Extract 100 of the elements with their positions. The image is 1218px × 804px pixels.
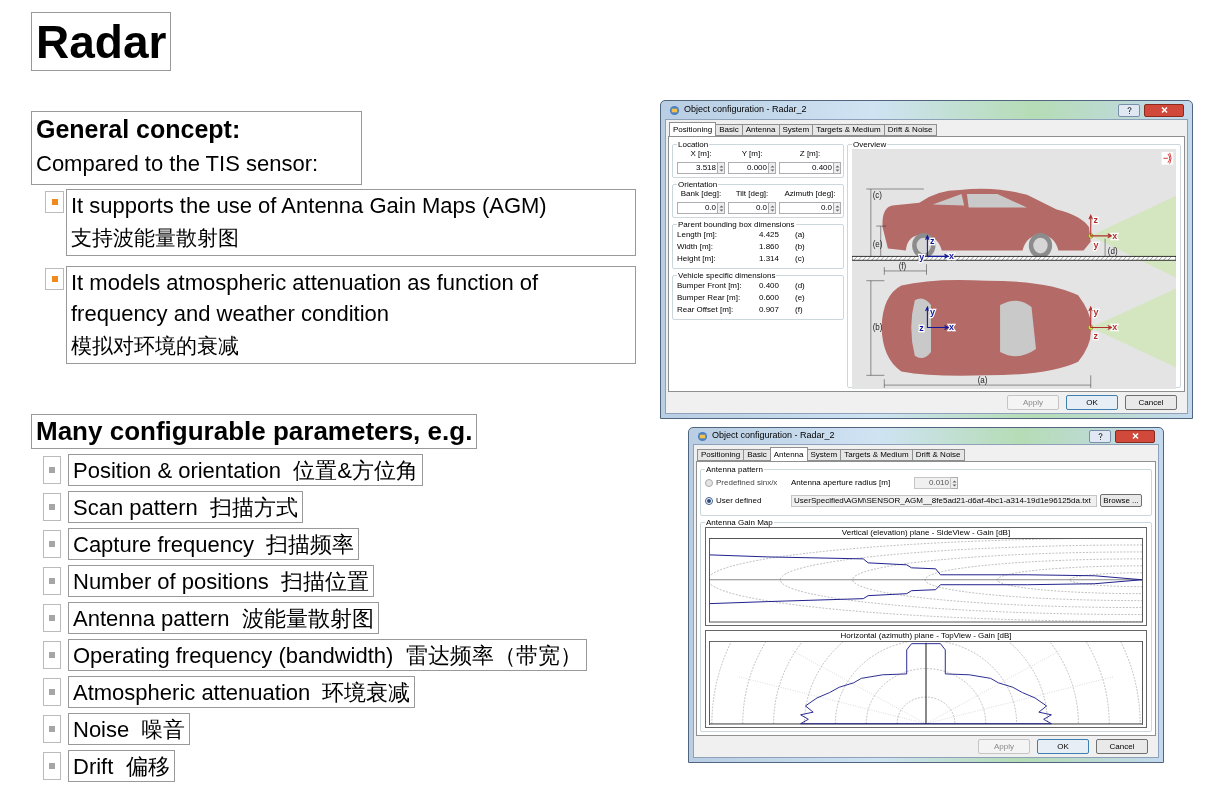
help-icon [1126,106,1132,114]
number-field[interactable]: 0.0 [728,202,769,214]
axis-label: x [1112,322,1118,333]
field-label: X [m]: [689,149,713,159]
browse-button[interactable]: Browse ... [1100,494,1142,507]
dialog-button[interactable]: Cancel [1096,739,1148,754]
close-icon [1131,433,1139,439]
field-label: Tilt [deg]: [734,189,770,199]
spinner-button[interactable] [834,162,841,174]
spinner-button[interactable] [718,202,725,214]
app-icon [697,430,708,442]
app-icon [669,104,680,116]
parameter-item: Operating frequency (bandwidth) 雷达频率（带宽） [68,639,587,671]
group-label: Location [677,140,710,149]
bullet-icon [45,268,64,290]
row-label: Rear Offset [m]: [677,305,735,315]
parameter-item: Atmospheric attenuation 环境衰减 [68,676,416,708]
dimension-mark: (a) [795,230,806,240]
row-value: 1.314 [759,254,781,264]
close-button[interactable] [1144,103,1184,117]
axis-label: x [1112,230,1118,241]
close-button[interactable] [1115,429,1155,443]
parameter-item: Position & orientation 位置&方位角 [68,454,423,486]
dialog-button[interactable]: OK [1037,739,1089,754]
bullet-icon [43,641,61,669]
coordinate-axes [925,305,950,331]
axis-label: y [919,251,925,263]
number-field[interactable]: 0.000 [728,162,769,174]
axis-label: x [948,322,954,333]
spinner-button[interactable] [769,162,776,174]
axis-label: z [930,235,935,246]
number-field[interactable]: 0.400 [779,162,834,174]
row-label: Length [m]: [677,230,719,240]
tab[interactable]: Antenna [769,447,808,461]
bullet-icon [43,715,61,743]
plot-title: Vertical (elevation) plane - SideView - Gain [dB] [841,528,1011,538]
group-label: Overview [852,140,888,149]
row-value: 4.425 [759,230,781,240]
radio-button[interactable] [705,479,713,487]
bullet-icon [43,493,61,521]
number-field[interactable]: 3.518 [677,162,718,174]
tab[interactable]: Targets & Medium [812,124,885,136]
bullet-icon [43,456,61,484]
bullet-icon [43,530,61,558]
dialog-button[interactable]: Cancel [1125,395,1177,410]
coordinate-axes [925,234,950,259]
parameter-item: Drift 偏移 [68,750,175,782]
radio-button[interactable] [705,496,713,505]
plot-title: Horizontal (azimuth) plane - TopView - Gain [dB] [840,630,1012,641]
spinner-button[interactable] [951,477,958,489]
number-field[interactable]: 0.0 [779,202,834,214]
tab[interactable]: Positioning [697,449,745,461]
spinner-arrows-icon [718,163,724,173]
row-value: 0.907 [759,305,781,315]
bullet-note: 模拟对环境的衰减 [71,333,240,360]
group-label: Parent bounding box dimensions [677,220,796,229]
row-label: Bumper Rear [m]: [677,293,742,303]
spinner-button[interactable] [834,202,841,214]
window-title: Object configuration - Radar_2 [712,429,835,443]
parameter-item: Scan pattern 扫描方式 [68,491,303,523]
spinner-button[interactable] [769,202,776,214]
dimension-label: (a) [977,374,988,386]
option-label: User defined [716,494,763,507]
slide-title: Radar [31,12,172,71]
coordinate-axes [1088,214,1113,239]
number-field[interactable]: 0.0 [677,202,718,214]
intro-text: Compared to the TIS sensor: [36,150,320,178]
tab[interactable]: Targets & Medium [840,449,913,461]
help-button[interactable] [1089,429,1111,443]
field-label: Z [m]: [798,149,822,159]
bullet-icon [43,567,61,595]
row-value: 0.600 [759,293,781,303]
axis-label: y [1093,306,1099,317]
dimension-label: (d) [1107,246,1118,257]
dimension-mark: (b) [795,242,806,252]
axis-label: y [930,306,936,317]
file-path-field[interactable]: UserSpecified\AGM\SENSOR_AGM__8fe5ad21-d6af-4bc1-a314-19d1e96125da.txt [791,494,1097,507]
bullet-note: 支持波能量散射图 [71,225,240,252]
bullet-text: It supports the use of Antenna Gain Maps (AGM) [71,192,548,220]
tab[interactable]: Basic [715,124,743,136]
tab[interactable]: Basic [743,449,771,461]
dimension-mark: (f) [795,305,804,315]
dimension-mark: (c) [795,254,806,264]
row-label: Width [m]: [677,242,714,252]
tab[interactable]: Antenna [741,124,780,136]
field-label: Y [m]: [740,149,764,159]
option-label: Predefined sinx/x [716,477,779,489]
help-button[interactable] [1118,103,1140,117]
spinner-arrows-icon [769,163,775,173]
axis-label: z [1093,330,1098,342]
dimension-label: (e) [872,238,883,249]
dialog-button[interactable]: OK [1066,395,1118,410]
tab[interactable]: Drift & Noise [911,449,965,461]
window-title: Object configuration - Radar_2 [684,103,807,117]
parameter-item: Antenna pattern 波能量散射图 [68,602,379,634]
field-label: Antenna aperture radius [m] [791,477,892,489]
tab[interactable]: Positioning [669,122,717,136]
spinner-button[interactable] [718,162,725,174]
close-icon [1160,107,1168,113]
tab[interactable]: Drift & Noise [883,124,937,136]
